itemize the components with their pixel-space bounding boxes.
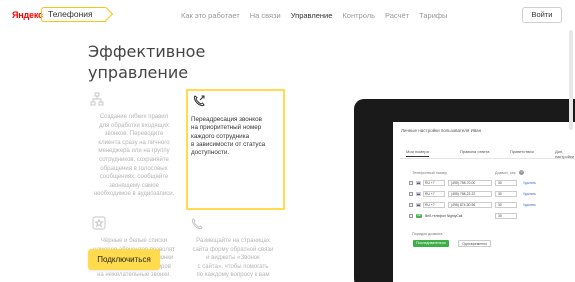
feature-line: сообщениях, сообщайте: [99, 174, 169, 181]
delay-field[interactable]: 30: [495, 213, 517, 219]
phone-number-field[interactable]: (495) 874-30-96: [448, 202, 492, 208]
order-sequential-button[interactable]: Последовательно: [413, 240, 449, 247]
feature-line: с сайта», чтобы помогать: [197, 263, 269, 270]
delete-link[interactable]: Удалить: [523, 192, 536, 196]
feature-line: и виджеты «Звонок: [206, 255, 260, 262]
country-code-select[interactable]: RU +7: [423, 191, 445, 197]
main-nav: Как это работает На связи Управление Кон…: [181, 11, 457, 20]
feature-line: по каждому вопросу к вам: [196, 272, 270, 279]
nav-management[interactable]: Управление: [291, 11, 333, 20]
ru-flag-icon: [416, 181, 421, 185]
feature-line: доступности.: [191, 149, 230, 157]
country-code-select[interactable]: RU +7: [423, 202, 445, 208]
sip-badge: SIP: [416, 214, 423, 218]
feature-line: сотрудников, сохраняйте: [99, 156, 169, 163]
delay-label: Дозвон, сек.: [495, 171, 517, 175]
delay-field[interactable]: 30: [495, 202, 517, 208]
feature-line: менеджера или на группу: [98, 148, 170, 155]
feature-line: необходимое в аудиозаписи.: [93, 191, 175, 198]
ru-flag-icon: [416, 203, 421, 207]
country-code-select[interactable]: RU +7: [423, 180, 445, 186]
nav-tariffs[interactable]: Тарифы: [419, 11, 447, 20]
feature-line: звонков. Переводите: [104, 131, 164, 138]
feature-routing-text: Создание гибких правил для обработки вхо…: [84, 113, 184, 199]
app-title: Личные настройки пользователя Иван: [401, 128, 482, 133]
login-button[interactable]: Войти: [522, 7, 562, 23]
delete-link[interactable]: Удалить: [523, 203, 536, 207]
nav-how-it-works[interactable]: Как это работает: [181, 11, 240, 20]
star-badge-icon: [92, 216, 106, 230]
row-checkbox[interactable]: [409, 214, 413, 218]
app-tabs: Мои номера Правила ответа Приветствия До…: [400, 147, 575, 159]
web-phone-label: Веб-телефон NightyCall: [425, 214, 463, 218]
delay-field[interactable]: 30: [495, 191, 517, 197]
feature-line: в зависимости от статуса: [191, 140, 266, 148]
feature-line: клиента сразу на личного: [98, 139, 170, 146]
section-title-line-2: управление: [88, 63, 189, 82]
tab-answer-rules[interactable]: Правила ответа: [460, 149, 490, 154]
phone-number-field[interactable]: (495) 758-22-22: [448, 191, 492, 197]
feature-line: на нежелательные звонки.: [97, 272, 171, 279]
product-name[interactable]: Телефония: [41, 7, 106, 22]
feature-line: на приоритетный номер: [191, 124, 262, 132]
section-title-line-1: Эффективное: [88, 42, 206, 61]
feature-line: сайта форму обратной связи: [192, 246, 274, 253]
feature-line: Размещайте на страницах: [196, 238, 270, 244]
nav-calculation[interactable]: Расчёт: [385, 11, 409, 20]
ru-flag-icon: [416, 192, 421, 196]
nav-connection[interactable]: На связи: [250, 11, 281, 20]
feature-line: звонящему самое: [109, 182, 159, 189]
phone-forward-icon: [193, 95, 205, 107]
tab-extra-settings[interactable]: Доп. настройки: [555, 149, 575, 159]
tab-greetings[interactable]: Приветствия: [510, 149, 534, 154]
feature-widget-text: Размещайте на страницах сайта форму обра…: [183, 237, 283, 280]
phone-number-field[interactable]: (495) 758-70-00: [448, 180, 492, 186]
order-label: Порядок дозвона: [412, 232, 443, 236]
section-title: Эффективное управление: [88, 41, 218, 83]
tab-my-numbers[interactable]: Мои номера: [406, 149, 429, 157]
help-icon[interactable]: ?: [519, 170, 524, 175]
feature-line: Создание гибких правил: [99, 114, 169, 120]
connect-button[interactable]: Подключиться: [88, 249, 160, 270]
header: Яндекс Телефония Как это работает На свя…: [0, 0, 575, 30]
feature-line: Чёрные и белые списки: [100, 238, 168, 244]
feature-line: каждого сотрудника: [191, 132, 250, 140]
row-checkbox[interactable]: [409, 203, 413, 207]
phone-number-label: Телефонный номер: [412, 171, 447, 175]
page-scrollbar[interactable]: [569, 30, 573, 130]
order-simultaneous-button[interactable]: Одновременно: [458, 240, 492, 247]
hierarchy-icon: [90, 92, 104, 106]
feature-forwarding-text: Переадресация звонков на приоритетный но…: [191, 116, 285, 157]
phone-widget-icon: [191, 218, 203, 230]
row-checkbox[interactable]: [409, 181, 413, 185]
nav-control[interactable]: Контроль: [342, 11, 375, 20]
feature-line: для обработки входящих: [99, 122, 169, 129]
delay-field[interactable]: 30: [495, 180, 517, 186]
row-checkbox[interactable]: [409, 192, 413, 196]
feature-line: обращения в голосовых: [100, 165, 168, 172]
yandex-logo[interactable]: Яндекс: [12, 10, 43, 20]
delete-link[interactable]: Удалить: [523, 181, 536, 185]
